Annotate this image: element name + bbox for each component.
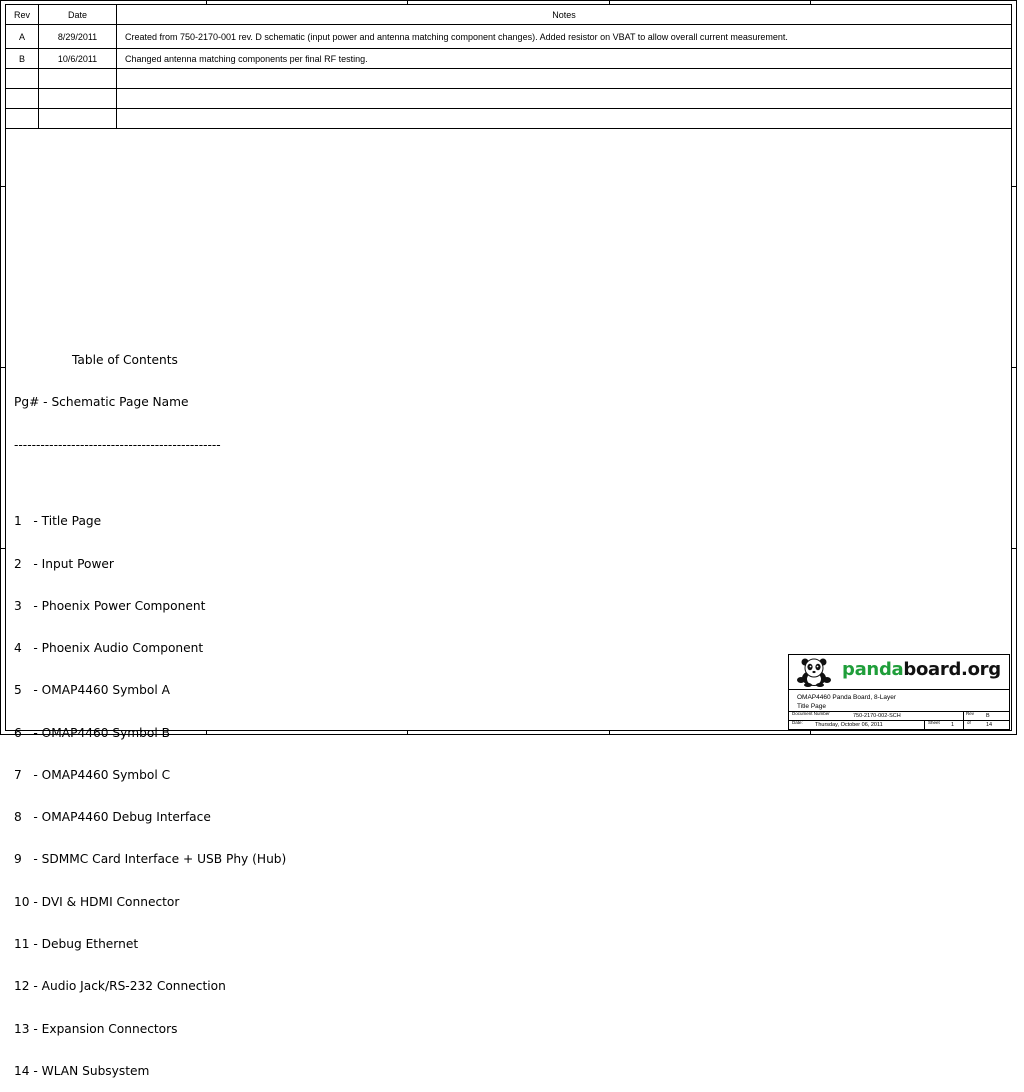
notes-cell: Created from 750-2170-001 rev. D schemat… — [116, 24, 1012, 49]
zone-tick — [1012, 367, 1017, 368]
sheet-label: Sheet — [928, 720, 940, 725]
date-header: Date — [38, 4, 117, 25]
toc-item: 11 - Debug Ethernet — [14, 937, 139, 952]
toc-item: 7 - OMAP4460 Symbol C — [14, 767, 171, 782]
date-cell: 8/29/2011 — [38, 24, 117, 49]
doc-number-label: Document Number — [792, 711, 830, 716]
rev-cell: B — [5, 48, 39, 69]
rev-cell: A — [5, 24, 39, 49]
date-cell — [38, 68, 117, 89]
of-label: of — [967, 720, 971, 725]
toc-title: Table of Contents — [72, 353, 178, 368]
board-title: OMAP4460 Panda Board, 8-Layer — [797, 694, 897, 701]
notes-cell — [116, 68, 1012, 89]
date-cell: 10/6/2011 — [38, 48, 117, 69]
zone-tick — [1012, 186, 1017, 187]
notes-cell — [116, 108, 1012, 129]
revision-table-header: Rev Date Notes — [5, 4, 1012, 25]
toc-item: 1 - Title Page — [14, 514, 102, 529]
table-of-contents: Table of Contents Pg# - Schematic Page N… — [14, 325, 286, 1092]
toc-item: 8 - OMAP4460 Debug Interface — [14, 810, 211, 825]
toc-item: 14 - WLAN Subsystem — [14, 1063, 150, 1078]
zone-tick — [810, 731, 811, 735]
zone-tick — [1012, 548, 1017, 549]
title-block: pandaboard.org OMAP4460 Panda Board, 8-L… — [788, 654, 1010, 730]
rev-label: Rev — [966, 711, 975, 716]
brand-name-green: panda — [842, 659, 904, 680]
page-title: Title Page — [797, 703, 827, 710]
panda-icon — [797, 658, 831, 687]
sheet-total: 14 — [986, 722, 993, 728]
title-block-divider — [924, 720, 925, 730]
notes-cell — [116, 88, 1012, 109]
toc-item: 13 - Expansion Connectors — [14, 1021, 178, 1036]
notes-cell: Changed antenna matching components per … — [116, 48, 1012, 69]
zone-tick — [609, 731, 610, 735]
rev-cell — [5, 88, 39, 109]
toc-item: 10 - DVI & HDMI Connector — [14, 894, 180, 909]
table-row — [5, 88, 1012, 109]
table-row — [5, 68, 1012, 89]
title-block-rule — [789, 720, 1009, 721]
table-row: B 10/6/2011 Changed antenna matching com… — [5, 48, 1012, 69]
toc-item: 4 - Phoenix Audio Component — [14, 641, 204, 656]
rev-cell — [5, 108, 39, 129]
rev-value: B — [986, 713, 990, 719]
toc-divider: ----------------------------------------… — [14, 437, 221, 452]
toc-item: 5 - OMAP4460 Symbol A — [14, 683, 170, 698]
date-value: Thursday, October 06, 2011 — [815, 722, 883, 728]
date-cell — [38, 108, 117, 129]
zone-tick — [407, 731, 408, 735]
toc-subtitle: Pg# - Schematic Page Name — [14, 395, 189, 410]
table-row — [5, 108, 1012, 129]
table-row: A 8/29/2011 Created from 750-2170-001 re… — [5, 24, 1012, 49]
doc-number: 750-2170-002-SCH — [853, 713, 901, 719]
date-label: Date: — [792, 720, 803, 725]
revision-table: Rev Date Notes A 8/29/2011 Created from … — [5, 4, 1012, 129]
sheet-number: 1 — [951, 722, 955, 728]
date-cell — [38, 88, 117, 109]
zone-tick — [0, 186, 5, 187]
toc-item: 2 - Input Power — [14, 556, 114, 571]
toc-item: 12 - Audio Jack/RS-232 Connection — [14, 979, 226, 994]
notes-header: Notes — [116, 4, 1012, 25]
rev-cell — [5, 68, 39, 89]
zone-tick — [0, 367, 5, 368]
zone-tick — [0, 548, 5, 549]
brand-name-dark: board.org — [903, 659, 1001, 680]
brand-logo: pandaboard.org — [789, 655, 1009, 690]
brand-name: pandaboard.org — [842, 659, 1001, 680]
toc-item: 6 - OMAP4460 Symbol B — [14, 725, 170, 740]
toc-item: 3 - Phoenix Power Component — [14, 598, 206, 613]
rev-header: Rev — [5, 4, 39, 25]
toc-item: 9 - SDMMC Card Interface + USB Phy (Hub) — [14, 852, 287, 867]
